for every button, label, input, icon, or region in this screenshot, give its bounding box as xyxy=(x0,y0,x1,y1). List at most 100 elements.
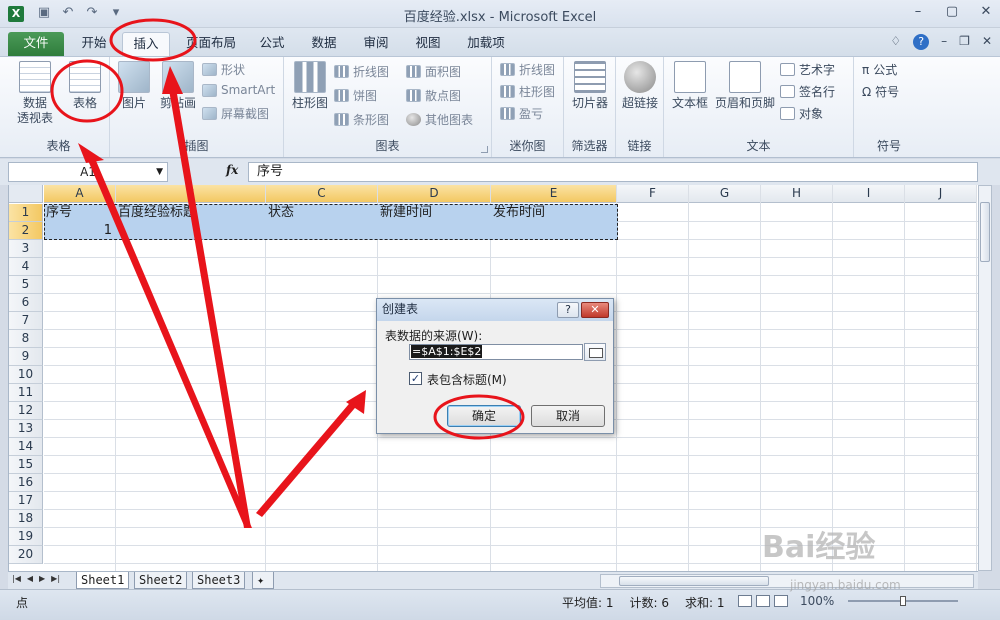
select-all-corner[interactable] xyxy=(9,185,43,203)
first-sheet-icon[interactable]: |◀ xyxy=(12,574,21,583)
column-header-c[interactable]: C xyxy=(266,185,378,203)
column-header-h[interactable]: H xyxy=(761,185,833,203)
row-header-7[interactable]: 7 xyxy=(9,312,43,330)
shapes-button[interactable]: 形状 xyxy=(202,61,245,78)
tab-page-layout[interactable]: 页面布局 xyxy=(180,32,242,56)
table-button[interactable]: 表格 xyxy=(62,61,108,111)
hyperlink-button[interactable]: 超链接 xyxy=(618,61,662,111)
chevron-down-icon[interactable]: ▼ xyxy=(156,163,163,181)
has-headers-label[interactable]: 表包含标题(M) xyxy=(427,371,507,388)
insert-function-icon[interactable]: fx xyxy=(226,163,238,177)
cell-d1[interactable]: 新建时间 xyxy=(379,204,432,222)
zoom-slider[interactable] xyxy=(848,596,958,606)
sheet-tab-1[interactable]: Sheet1 xyxy=(76,572,130,589)
column-header-g[interactable]: G xyxy=(689,185,761,203)
tab-review[interactable]: 审阅 xyxy=(356,32,396,56)
zoom-level[interactable]: 100% xyxy=(800,594,834,608)
object-button[interactable]: 对象 xyxy=(780,105,823,122)
cell-e1[interactable]: 发布时间 xyxy=(492,204,545,222)
column-header-e[interactable]: E xyxy=(491,185,617,203)
row-header-5[interactable]: 5 xyxy=(9,276,43,294)
row-header-13[interactable]: 13 xyxy=(9,420,43,438)
horizontal-scroll-thumb[interactable] xyxy=(619,576,769,586)
dialog-close-button[interactable]: ✕ xyxy=(581,302,609,318)
last-sheet-icon[interactable]: ▶| xyxy=(51,574,60,583)
tab-view[interactable]: 视图 xyxy=(408,32,448,56)
pie-chart-button[interactable]: 饼图 xyxy=(334,87,377,104)
sparkline-winloss-button[interactable]: 盈亏 xyxy=(500,105,543,122)
row-header-3[interactable]: 3 xyxy=(9,240,43,258)
column-header-b[interactable]: B xyxy=(116,185,266,203)
row-header-9[interactable]: 9 xyxy=(9,348,43,366)
insert-sheet-icon[interactable]: ✦ xyxy=(252,572,274,589)
cell-b1[interactable]: 百度经验标题 xyxy=(117,204,196,222)
signature-line-button[interactable]: 签名行 xyxy=(780,83,835,100)
row-header-2[interactable]: 2 xyxy=(9,222,43,240)
zoom-slider-knob[interactable] xyxy=(900,596,906,606)
symbol-button[interactable]: Ω 符号 xyxy=(862,83,899,100)
minimize-ribbon-icon[interactable]: ♢ xyxy=(890,34,901,50)
row-header-19[interactable]: 19 xyxy=(9,528,43,546)
tab-insert[interactable]: 插入 xyxy=(122,32,170,56)
close-icon[interactable]: ✕ xyxy=(978,4,994,19)
name-box[interactable]: A1 ▼ xyxy=(8,162,168,182)
header-footer-button[interactable]: 页眉和页脚 xyxy=(712,61,778,111)
sheet-tab-2[interactable]: Sheet2 xyxy=(134,572,188,589)
row-header-10[interactable]: 10 xyxy=(9,366,43,384)
vertical-scroll-thumb[interactable] xyxy=(980,202,990,262)
formula-input[interactable]: 序号 xyxy=(248,162,978,182)
row-header-8[interactable]: 8 xyxy=(9,330,43,348)
sparkline-column-button[interactable]: 柱形图 xyxy=(500,83,555,100)
vertical-scrollbar[interactable] xyxy=(978,185,992,571)
charts-launcher-icon[interactable] xyxy=(481,146,488,153)
next-sheet-icon[interactable]: ▶ xyxy=(39,574,45,583)
row-header-6[interactable]: 6 xyxy=(9,294,43,312)
dialog-help-button[interactable]: ? xyxy=(557,302,579,318)
page-layout-view-icon[interactable] xyxy=(756,595,770,607)
doc-minimize-icon[interactable]: – xyxy=(941,34,947,50)
doc-close-icon[interactable]: ✕ xyxy=(982,34,992,50)
row-header-16[interactable]: 16 xyxy=(9,474,43,492)
picture-button[interactable]: 图片 xyxy=(114,61,154,111)
cell-a2[interactable]: 1 xyxy=(44,222,112,240)
normal-view-icon[interactable] xyxy=(738,595,752,607)
tab-addins[interactable]: 加载项 xyxy=(460,32,512,56)
row-header-15[interactable]: 15 xyxy=(9,456,43,474)
prev-sheet-icon[interactable]: ◀ xyxy=(27,574,33,583)
horizontal-scrollbar[interactable] xyxy=(600,574,974,588)
sheet-tab-3[interactable]: Sheet3 xyxy=(192,572,246,589)
maximize-icon[interactable]: ▢ xyxy=(944,4,960,19)
column-chart-button[interactable]: 柱形图 xyxy=(288,61,332,111)
row-header-1[interactable]: 1 xyxy=(9,204,43,222)
column-header-j[interactable]: J xyxy=(905,185,977,203)
page-break-view-icon[interactable] xyxy=(774,595,788,607)
cell-c1[interactable]: 状态 xyxy=(267,204,294,222)
tab-home[interactable]: 开始 xyxy=(74,32,114,56)
cancel-button[interactable]: 取消 xyxy=(531,405,605,427)
column-header-i[interactable]: I xyxy=(833,185,905,203)
textbox-button[interactable]: 文本框 xyxy=(668,61,712,111)
other-charts-button[interactable]: 其他图表 xyxy=(406,111,473,128)
row-header-20[interactable]: 20 xyxy=(9,546,43,564)
doc-restore-icon[interactable]: ❐ xyxy=(959,34,970,50)
source-range-input[interactable]: =$A$1:$E$2 xyxy=(409,344,583,360)
row-header-18[interactable]: 18 xyxy=(9,510,43,528)
area-chart-button[interactable]: 面积图 xyxy=(406,63,461,80)
slicer-button[interactable]: 切片器 xyxy=(568,61,612,111)
screenshot-button[interactable]: 屏幕截图 xyxy=(202,105,269,122)
collapse-dialog-button[interactable] xyxy=(584,343,606,361)
line-chart-button[interactable]: 折线图 xyxy=(334,63,389,80)
scatter-chart-button[interactable]: 散点图 xyxy=(406,87,461,104)
bar-chart-button[interactable]: 条形图 xyxy=(334,111,389,128)
row-header-17[interactable]: 17 xyxy=(9,492,43,510)
column-header-a[interactable]: A xyxy=(44,185,116,203)
tab-file[interactable]: 文件 xyxy=(8,32,64,56)
tab-data[interactable]: 数据 xyxy=(304,32,344,56)
cell-a1[interactable]: 序号 xyxy=(45,204,72,222)
minimize-icon[interactable]: – xyxy=(910,4,926,19)
clipart-button[interactable]: 剪贴画 xyxy=(156,61,200,111)
sparkline-line-button[interactable]: 折线图 xyxy=(500,61,555,78)
column-header-d[interactable]: D xyxy=(378,185,491,203)
ok-button[interactable]: 确定 xyxy=(447,405,521,427)
help-icon[interactable]: ? xyxy=(913,34,930,50)
